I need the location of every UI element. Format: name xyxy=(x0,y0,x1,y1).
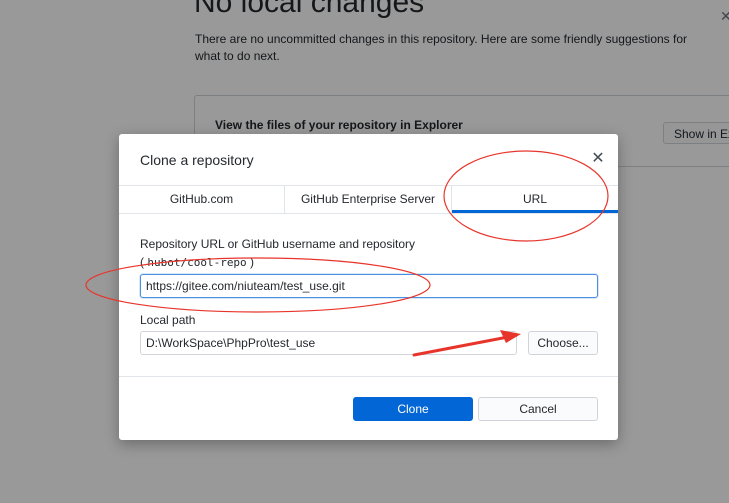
cancel-button[interactable]: Cancel xyxy=(478,397,598,421)
dialog-divider xyxy=(119,376,618,377)
tab-github-com[interactable]: GitHub.com xyxy=(119,186,285,213)
clone-dialog: Clone a repository ✕ GitHub.com GitHub E… xyxy=(119,134,618,440)
tab-github-enterprise[interactable]: GitHub Enterprise Server xyxy=(285,186,452,213)
url-field-hint: ( hubot/cool-repo ) xyxy=(140,255,254,269)
clone-button[interactable]: Clone xyxy=(353,397,473,421)
hint-close-paren: ) xyxy=(250,255,255,269)
local-path-label: Local path xyxy=(140,313,196,327)
hint-open-paren: ( xyxy=(140,255,144,269)
dialog-title: Clone a repository xyxy=(140,152,254,168)
local-path-input[interactable] xyxy=(140,331,517,355)
choose-button[interactable]: Choose... xyxy=(528,331,598,355)
hint-example: hubot/cool-repo xyxy=(147,256,247,269)
url-field-label: Repository URL or GitHub username and re… xyxy=(140,237,416,251)
tab-bar: GitHub.com GitHub Enterprise Server URL xyxy=(119,185,618,214)
tab-url[interactable]: URL xyxy=(452,186,618,213)
app-window: No local changes ✕ There are no uncommit… xyxy=(0,0,729,503)
repository-url-input[interactable] xyxy=(140,274,598,298)
close-icon[interactable]: ✕ xyxy=(589,150,607,168)
